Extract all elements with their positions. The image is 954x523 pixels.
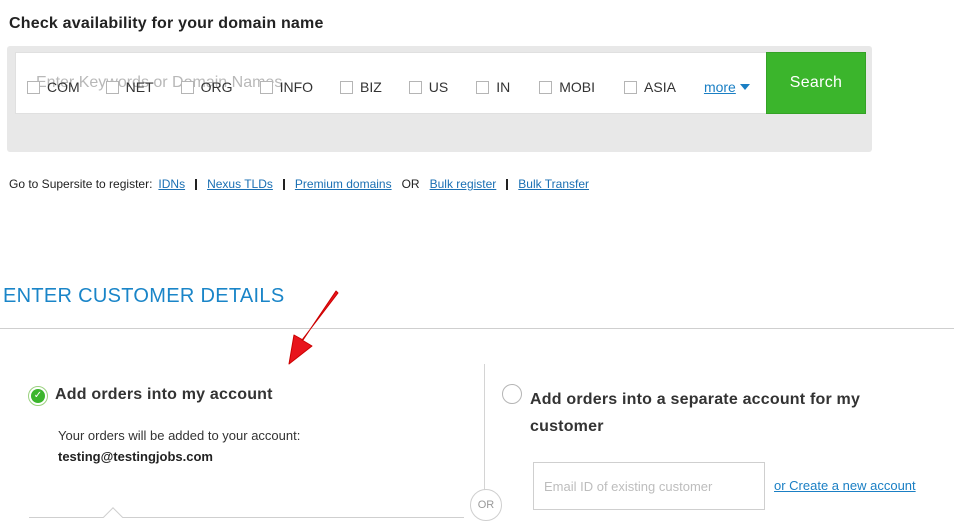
- check-icon: ✓: [31, 389, 45, 403]
- checkbox-us[interactable]: [408, 80, 422, 94]
- supersite-links: Go to Supersite to register: IDNs Nexus …: [9, 177, 589, 191]
- tld-option-asia[interactable]: ASIA: [624, 79, 676, 95]
- tld-label-net: NET: [125, 79, 154, 95]
- link-idns[interactable]: IDNs: [158, 177, 185, 191]
- left-panel-divider: [29, 517, 464, 518]
- domain-search-panel: Search: [7, 46, 872, 152]
- checkbox-asia[interactable]: [624, 80, 638, 94]
- checkbox-org[interactable]: [180, 80, 194, 94]
- more-tlds-link[interactable]: more: [704, 79, 750, 95]
- account-email: testing@testingjobs.com: [58, 449, 213, 464]
- or-divider-circle: OR: [470, 489, 502, 521]
- search-button[interactable]: Search: [766, 52, 866, 114]
- tld-label-in: IN: [496, 79, 511, 95]
- checkbox-info[interactable]: [259, 80, 273, 94]
- radio-separate-account[interactable]: [502, 384, 522, 404]
- tld-label-us: US: [428, 79, 449, 95]
- checkbox-biz[interactable]: [340, 80, 354, 94]
- supersite-prefix: Go to Supersite to register:: [9, 177, 153, 191]
- option-my-account-label: Add orders into my account: [55, 386, 273, 403]
- tld-option-info[interactable]: INFO: [259, 79, 314, 95]
- tld-label-com: COM: [47, 79, 80, 95]
- section-divider: [0, 328, 954, 329]
- radio-add-to-my-account[interactable]: ✓: [28, 386, 48, 406]
- tld-option-org[interactable]: ORG: [180, 79, 233, 95]
- tld-label-info: INFO: [279, 79, 314, 95]
- tld-label-biz: BIZ: [360, 79, 382, 95]
- separator: [195, 178, 198, 190]
- option-separate-account-label: Add orders into a separate account for m…: [530, 391, 861, 435]
- link-premium-domains[interactable]: Premium domains: [295, 177, 392, 191]
- link-nexus-tlds[interactable]: Nexus TLDs: [207, 177, 273, 191]
- more-label: more: [703, 79, 736, 95]
- tld-option-net[interactable]: NET: [105, 79, 154, 95]
- customer-email-input[interactable]: [533, 462, 765, 510]
- create-new-account-link[interactable]: or Create a new account: [774, 478, 916, 493]
- checkbox-in[interactable]: [476, 80, 490, 94]
- tld-option-in[interactable]: IN: [476, 79, 510, 95]
- vertical-divider: [484, 364, 485, 490]
- tld-label-mobi: MOBI: [559, 79, 596, 95]
- tld-option-mobi[interactable]: MOBI: [539, 79, 595, 95]
- tld-label-org: ORG: [200, 79, 233, 95]
- page-heading: Check availability for your domain name: [9, 15, 324, 32]
- separator: [506, 178, 509, 190]
- tld-option-biz[interactable]: BIZ: [340, 79, 382, 95]
- checkbox-com[interactable]: [27, 80, 40, 94]
- caret-down-icon: [739, 84, 750, 90]
- tld-option-us[interactable]: US: [408, 79, 449, 95]
- option-my-account-description: Your orders will be added to your accoun…: [58, 428, 301, 443]
- tld-option-com[interactable]: COM: [27, 79, 80, 95]
- separator: [282, 178, 285, 190]
- link-bulk-transfer[interactable]: Bulk Transfer: [518, 177, 589, 191]
- tld-checkbox-row: COM NET ORG INFO BIZ US IN MOBI ASIA mor…: [27, 78, 750, 96]
- section-title: ENTER CUSTOMER DETAILS: [3, 285, 285, 307]
- pointer-notch: [103, 507, 123, 523]
- checkbox-net[interactable]: [105, 80, 119, 94]
- link-bulk-register[interactable]: Bulk register: [430, 177, 497, 191]
- tld-label-asia: ASIA: [644, 79, 676, 95]
- checkbox-mobi[interactable]: [539, 80, 553, 94]
- or-text: OR: [401, 177, 420, 191]
